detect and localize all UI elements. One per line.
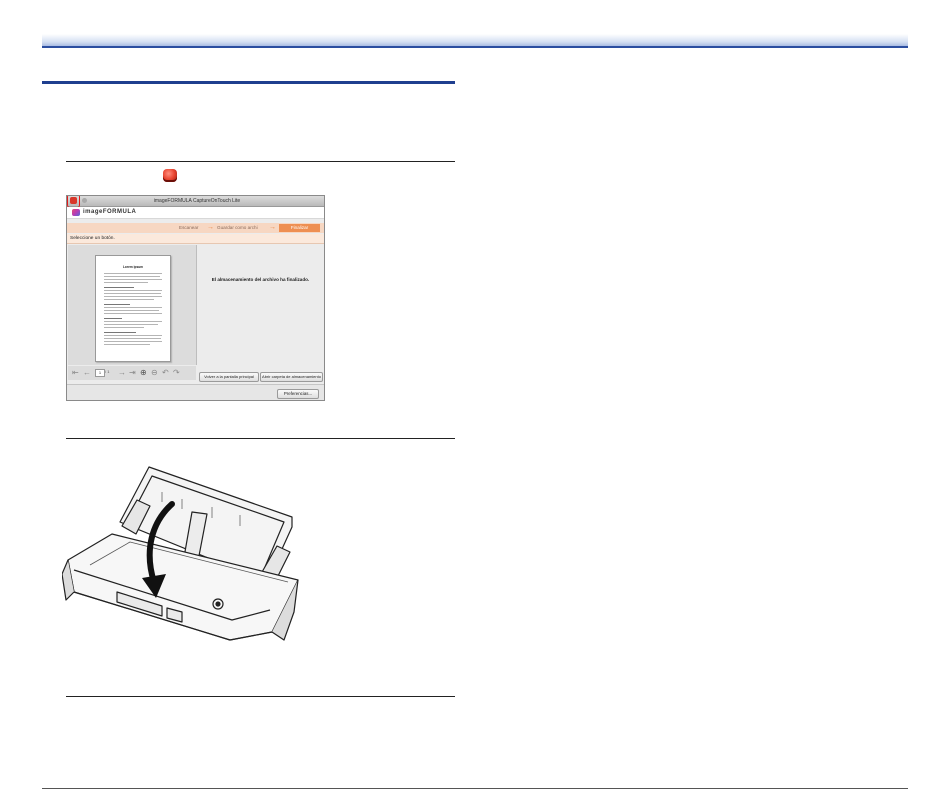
brand-bar: imageFORMULA — [67, 207, 324, 219]
window-titlebar: imageFORMULA CaptureOnTouch Lite — [67, 196, 324, 208]
imageformula-logo-icon — [72, 209, 80, 216]
section-heading-rule — [42, 81, 455, 84]
scanner-illustration — [62, 466, 299, 641]
open-folder-button[interactable]: Abrir carpeta de almacenamiento — [260, 372, 323, 382]
window-title: imageFORMULA CaptureOnTouch Lite — [153, 198, 241, 204]
window-footer: Preferencias... — [67, 384, 324, 400]
rotate-left-icon[interactable]: ↶ — [162, 368, 169, 378]
rotate-right-icon[interactable]: ↷ — [173, 368, 180, 378]
step-divider-2 — [66, 438, 455, 439]
step-progress-bar: Escanear → Guardar como archi → Finaliza… — [67, 223, 324, 233]
first-page-icon[interactable]: ⇤ — [72, 368, 79, 378]
back-to-main-button[interactable]: Volver a la pantalla principal — [199, 372, 259, 382]
page-footer-rule — [42, 788, 908, 789]
step-arrow-icon: → — [207, 224, 214, 231]
zoom-out-icon[interactable]: ⊖ — [151, 368, 158, 378]
minimize-icon[interactable] — [82, 198, 87, 203]
step-finish: Finalizar — [279, 224, 320, 232]
preview-pane: Lorem ipsum — [68, 245, 197, 365]
step-arrow-icon: → — [269, 224, 276, 231]
page-total: / 1 — [105, 369, 110, 374]
document-thumbnail[interactable]: Lorem ipsum — [95, 255, 171, 362]
instruction-text: Seleccione un botón. — [70, 236, 115, 241]
preview-toolbar: ⇤ ← 1 / 1 → ⇥ ⊕ ⊖ ↶ ↷ — [68, 366, 196, 380]
brand-name: imageFORMULA — [83, 209, 137, 215]
page-number-field[interactable]: 1 — [95, 369, 105, 377]
step-scan: Escanear — [179, 225, 199, 230]
step-divider-1 — [66, 161, 455, 162]
step-divider-3 — [66, 696, 455, 697]
page-header-rule — [42, 46, 908, 48]
last-page-icon[interactable]: ⇥ — [129, 368, 136, 378]
thumbnail-title: Lorem ipsum — [122, 265, 143, 269]
app-window-screenshot: imageFORMULA CaptureOnTouch Lite imageFO… — [66, 195, 325, 401]
zoom-in-icon[interactable]: ⊕ — [140, 368, 147, 378]
step-save: Guardar como archi — [217, 225, 258, 230]
completion-message: El almacenamiento del archivo ha finaliz… — [211, 277, 310, 282]
captureontouch-lite-icon — [163, 169, 177, 182]
next-page-icon[interactable]: → — [118, 368, 126, 378]
preferences-button[interactable]: Preferencias... — [277, 389, 319, 399]
prev-page-icon[interactable]: ← — [83, 368, 91, 378]
instruction-bar: Seleccione un botón. — [67, 234, 324, 244]
